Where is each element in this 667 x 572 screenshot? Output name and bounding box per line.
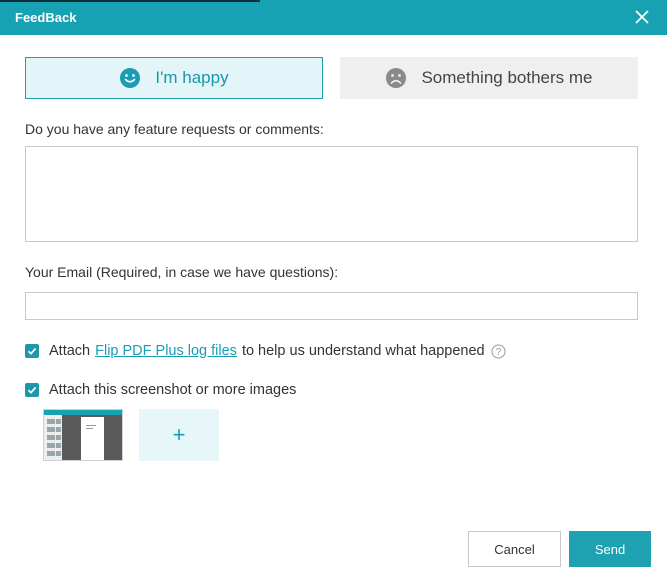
something-bothers-me-label: Something bothers me	[421, 68, 593, 87]
thumbnail-page	[81, 417, 104, 460]
dialog-title: FeedBack	[15, 10, 77, 25]
thumbnail-cell	[56, 435, 61, 440]
comments-label: Do you have any feature requests or comm…	[25, 121, 324, 137]
screenshot-thumbnail[interactable]	[43, 409, 123, 461]
title-bar-top-edge	[0, 0, 260, 2]
thumbnail-cell	[47, 435, 55, 440]
attach-logs-checkbox[interactable]	[25, 344, 39, 358]
thumbnail-cell	[56, 443, 61, 448]
question-circle-icon[interactable]: ?	[491, 344, 506, 359]
title-bar: FeedBack	[0, 0, 667, 35]
cancel-button[interactable]: Cancel	[468, 531, 561, 567]
attach-images-checkbox[interactable]	[25, 383, 39, 397]
svg-text:?: ?	[495, 347, 501, 358]
something-bothers-me-button[interactable]: Something bothers me	[340, 57, 638, 99]
attach-logs-prefix: Attach	[49, 343, 91, 359]
attach-images-row: Attach this screenshot or more images	[25, 380, 296, 400]
log-files-link[interactable]: Flip PDF Plus log files	[95, 343, 237, 359]
smiley-face-icon	[120, 68, 141, 88]
checkmark-icon	[27, 386, 37, 394]
thumbnail-text-line	[86, 428, 93, 429]
thumbnail-cell	[56, 451, 61, 456]
checkmark-icon	[27, 347, 37, 355]
thumbnail-cell	[47, 451, 55, 456]
im-happy-label: I'm happy	[155, 68, 229, 87]
email-field[interactable]	[25, 292, 638, 320]
thumbnail-cell	[47, 419, 55, 424]
attach-logs-suffix: to help us understand what happened	[241, 343, 485, 359]
thumbnail-cell	[47, 427, 55, 432]
thumbnail-cell	[56, 419, 61, 424]
close-icon	[635, 10, 649, 24]
add-image-button[interactable]: +	[139, 409, 219, 461]
sad-face-icon	[386, 68, 407, 88]
send-button[interactable]: Send	[569, 531, 651, 567]
attach-logs-row: Attach Flip PDF Plus log files to help u…	[25, 341, 506, 361]
comments-field[interactable]	[25, 146, 638, 242]
thumbnail-sidebar	[44, 415, 62, 460]
email-label: Your Email (Required, in case we have qu…	[25, 264, 339, 280]
thumbnail-text-line	[86, 425, 96, 426]
close-button[interactable]	[632, 7, 652, 27]
thumbnail-cell	[47, 443, 55, 448]
im-happy-button[interactable]: I'm happy	[25, 57, 323, 99]
attach-images-label: Attach this screenshot or more images	[49, 382, 297, 398]
thumbnail-cell	[56, 427, 61, 432]
